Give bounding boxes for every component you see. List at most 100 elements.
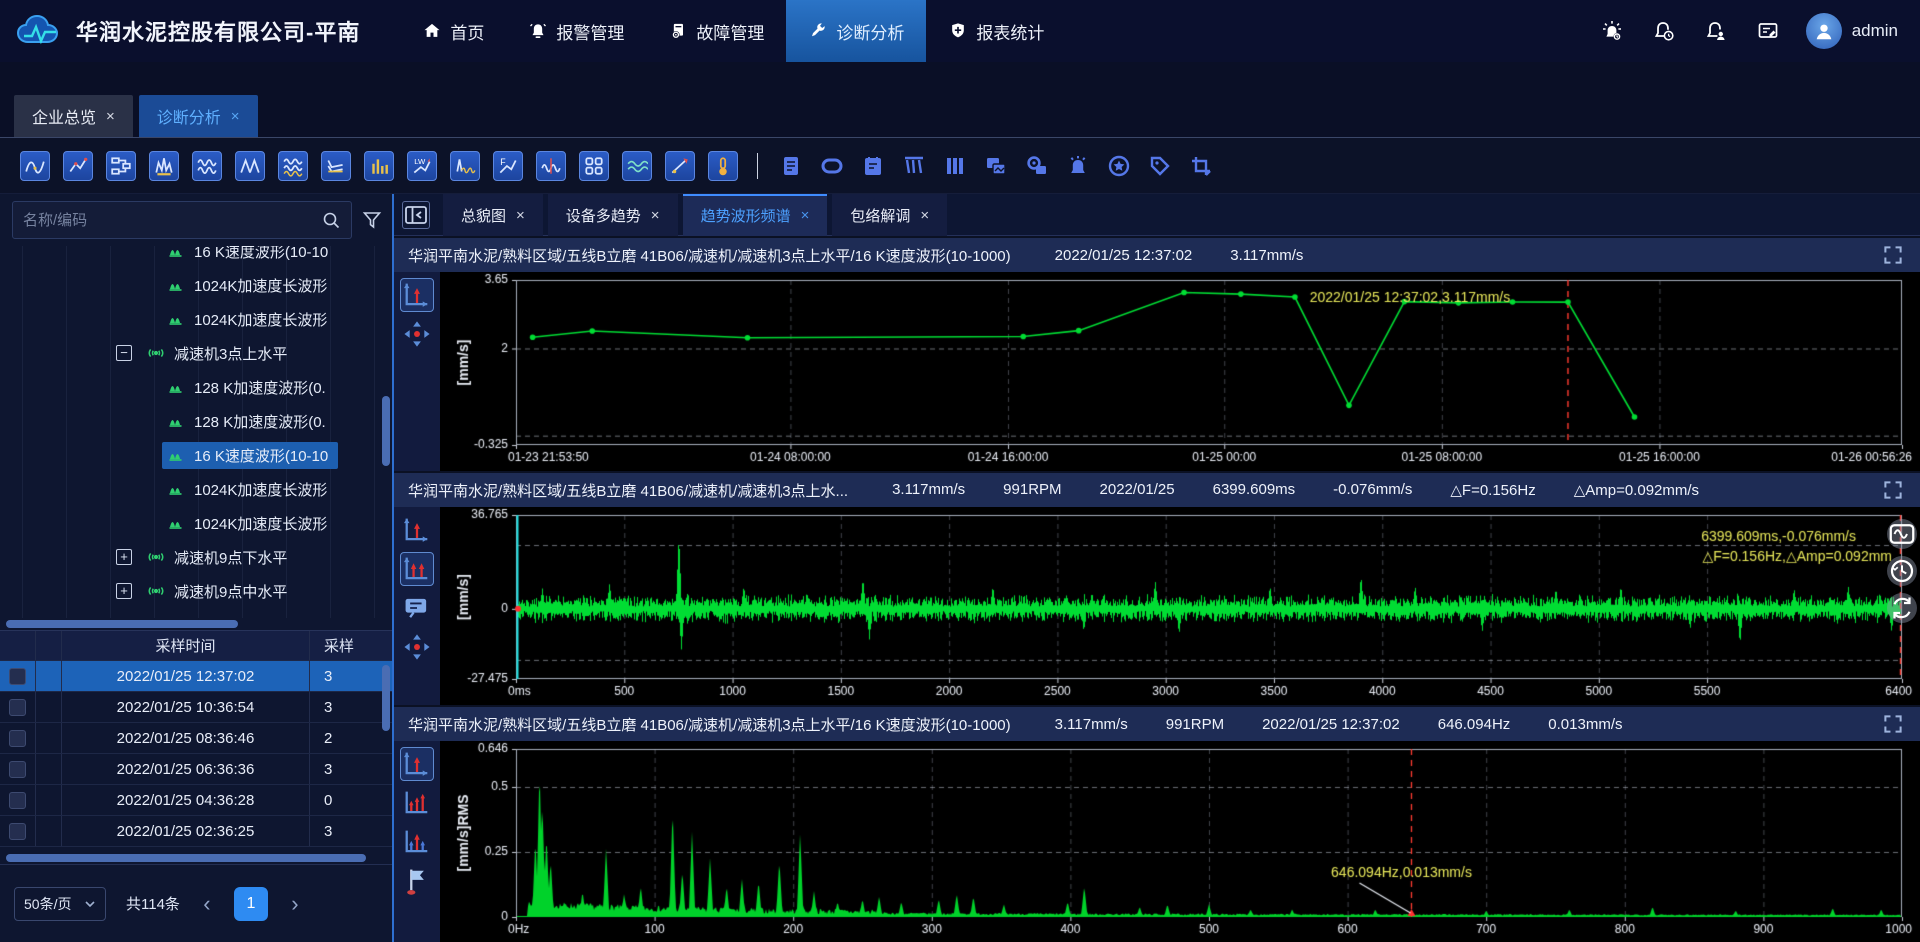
prev-page-button[interactable]: ‹ — [194, 891, 220, 917]
pan-tool-icon[interactable] — [400, 630, 434, 664]
waveform-button[interactable] — [1887, 519, 1917, 549]
table-row[interactable]: 2022/01/25 08:36:462 — [0, 723, 392, 754]
waveform-chart-canvas[interactable] — [440, 507, 1920, 705]
nav-item-首页[interactable]: 首页 — [400, 0, 506, 62]
nav-item-报警管理[interactable]: 报警管理 — [506, 0, 646, 62]
process-flow-icon[interactable] — [106, 151, 136, 181]
workspace-tab-企业总览[interactable]: 企业总览× — [14, 95, 133, 137]
report-list-icon[interactable] — [777, 152, 805, 180]
table-row[interactable]: 2022/01/25 02:36:253 — [0, 816, 392, 847]
wave-marker-icon[interactable] — [536, 151, 566, 181]
cascade-icon[interactable] — [321, 151, 351, 181]
tree-item-16 K速度波形(10-10[interactable]: 16 K速度波形(10-10 — [0, 438, 392, 472]
probe-marker-icon[interactable] — [665, 151, 695, 181]
close-icon[interactable]: × — [106, 108, 115, 125]
close-icon[interactable]: × — [516, 207, 525, 224]
trend-compare-icon[interactable] — [20, 151, 50, 181]
capsule-icon[interactable] — [818, 152, 846, 180]
harmonic-cursor-tool-icon[interactable] — [400, 786, 434, 820]
tree-item-1024K加速度长波形[interactable]: 1024K加速度长波形 — [0, 268, 392, 302]
twin-peaks-icon[interactable] — [235, 151, 265, 181]
sideband-cursor-tool-icon[interactable] — [400, 825, 434, 859]
nav-item-诊断分析[interactable]: 诊断分析 — [786, 0, 926, 62]
tree-hscroll-thumb[interactable] — [6, 620, 238, 628]
content-tab-包络解调[interactable]: 包络解调× — [832, 194, 947, 236]
content-tab-总貌图[interactable]: 总貌图× — [443, 194, 543, 236]
crop-icon[interactable] — [1187, 152, 1215, 180]
search-box[interactable] — [12, 201, 352, 239]
fullscreen-icon[interactable] — [1882, 244, 1904, 266]
tree-item-16 K速度波形(10-10[interactable]: 16 K速度波形(10-10 — [0, 246, 392, 268]
note-icon[interactable] — [859, 152, 887, 180]
close-icon[interactable]: × — [651, 207, 660, 224]
fullscreen-icon[interactable] — [1882, 479, 1904, 501]
gear-card-icon[interactable] — [1023, 152, 1051, 180]
nav-item-故障管理[interactable]: 故障管理 — [646, 0, 786, 62]
table-row[interactable]: 2022/01/25 10:36:543 — [0, 692, 392, 723]
cursor-tool-icon[interactable] — [400, 278, 434, 312]
cursor-tool-icon[interactable] — [400, 513, 434, 547]
collapse-sidebar-icon[interactable] — [402, 201, 430, 229]
close-icon[interactable]: × — [801, 207, 810, 224]
row-checkbox[interactable] — [9, 823, 26, 840]
flag-tool-icon[interactable] — [400, 864, 434, 898]
row-checkbox[interactable] — [9, 761, 26, 778]
tree-item-减速机3点上水平[interactable]: −减速机3点上水平 — [0, 336, 392, 370]
fa-spectrum-icon[interactable]: F — [493, 151, 523, 181]
bar-chart-icon[interactable] — [364, 151, 394, 181]
ripple-icon[interactable] — [622, 151, 652, 181]
close-icon[interactable]: × — [920, 207, 929, 224]
quad-grid-icon[interactable] — [579, 151, 609, 181]
annotation-tool-icon[interactable] — [400, 591, 434, 625]
tree-item-128 K加速度波形(0.[interactable]: 128 K加速度波形(0. — [0, 404, 392, 438]
tree-item-减速机9点中水平[interactable]: +减速机9点中水平 — [0, 574, 392, 608]
multi-wave-icon[interactable] — [192, 151, 222, 181]
scatter-trend-icon[interactable] — [63, 151, 93, 181]
alarm-clock-icon[interactable] — [1652, 19, 1676, 43]
row-checkbox[interactable] — [9, 699, 26, 716]
message-board-icon[interactable] — [1756, 19, 1780, 43]
siren-icon[interactable] — [1064, 152, 1092, 180]
thermometer-icon[interactable] — [708, 151, 738, 181]
search-input[interactable] — [23, 212, 321, 229]
histogram-icon[interactable] — [149, 151, 179, 181]
cursor-tool-icon[interactable] — [400, 747, 434, 781]
double-wave-icon[interactable] — [278, 151, 308, 181]
tree-expander[interactable]: + — [116, 583, 132, 599]
table-hscroll-thumb[interactable] — [6, 854, 366, 862]
alarm-user-icon[interactable] — [1704, 19, 1728, 43]
tree-expander[interactable]: − — [116, 345, 132, 361]
current-page-button[interactable]: 1 — [234, 887, 268, 921]
search-icon[interactable] — [321, 210, 341, 230]
tree-item-1024K加速度长波形[interactable]: 1024K加速度长波形 — [0, 302, 392, 336]
columns-icon[interactable] — [941, 152, 969, 180]
star-badge-icon[interactable] — [1105, 152, 1133, 180]
table-vscroll-thumb[interactable] — [382, 665, 390, 731]
tree-expander[interactable]: + — [116, 549, 132, 565]
fullscreen-icon[interactable] — [1882, 713, 1904, 735]
filter-icon[interactable] — [362, 210, 382, 230]
image-stack-icon[interactable] — [982, 152, 1010, 180]
tree-item-1024K加速度长波形[interactable]: 1024K加速度长波形 — [0, 506, 392, 540]
row-checkbox[interactable] — [9, 668, 26, 685]
workspace-tab-诊断分析[interactable]: 诊断分析× — [139, 95, 258, 137]
avatar[interactable] — [1806, 13, 1842, 49]
tree-item-减速机9点下水平[interactable]: +减速机9点下水平 — [0, 540, 392, 574]
sync-button[interactable] — [1887, 593, 1917, 623]
tree-item-128 K加速度波形(0.[interactable]: 128 K加速度波形(0. — [0, 370, 392, 404]
tag-icon[interactable] — [1146, 152, 1174, 180]
double-cursor-tool-icon[interactable] — [400, 552, 434, 586]
close-icon[interactable]: × — [231, 108, 240, 125]
lw-trend-icon[interactable]: LW — [407, 151, 437, 181]
history-button[interactable] — [1887, 556, 1917, 586]
tree-item-1024K加速度长波形[interactable]: 1024K加速度长波形 — [0, 472, 392, 506]
row-checkbox[interactable] — [9, 730, 26, 747]
decay-wave-icon[interactable] — [450, 151, 480, 181]
page-size-select[interactable]: 50条/页 — [14, 887, 106, 921]
user-menu[interactable]: admin — [1806, 13, 1898, 49]
table-row[interactable]: 2022/01/25 12:37:023 — [0, 661, 392, 692]
table-row[interactable]: 2022/01/25 06:36:363 — [0, 754, 392, 785]
row-checkbox[interactable] — [9, 792, 26, 809]
table-row[interactable]: 2022/01/25 04:36:280 — [0, 785, 392, 816]
spectrum-chart-canvas[interactable] — [440, 741, 1920, 942]
